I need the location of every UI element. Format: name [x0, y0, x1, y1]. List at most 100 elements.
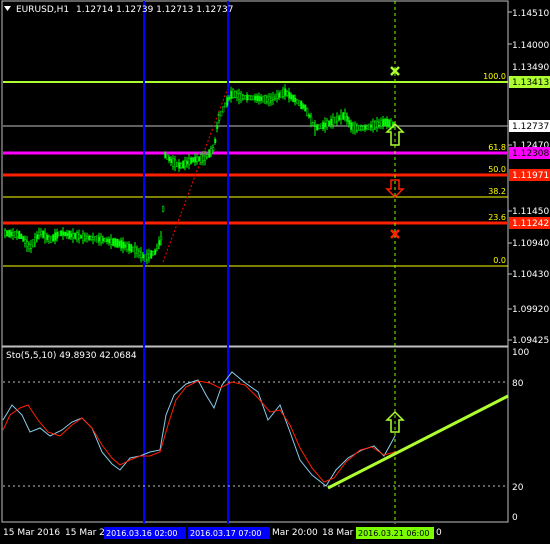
- candle-body: [86, 236, 89, 240]
- candle-body: [268, 96, 271, 104]
- candle-body: [232, 89, 235, 98]
- candle-body: [136, 249, 139, 254]
- candle-body: [366, 125, 369, 129]
- candle-body: [364, 126, 367, 130]
- stoch-main-line: [2, 380, 396, 483]
- fib-pct-label: 50.0: [488, 165, 506, 174]
- candle-body: [280, 90, 283, 98]
- candle-body: [142, 254, 145, 259]
- candle-body: [38, 231, 41, 236]
- candle-body: [304, 104, 307, 112]
- candle-body: [50, 235, 53, 243]
- candle-body: [230, 90, 233, 99]
- fib-pct-label: 100.0: [483, 72, 506, 81]
- candle-body: [10, 231, 13, 236]
- candle-body: [246, 94, 249, 101]
- fib-pct-label: 23.6: [488, 213, 506, 222]
- candle-body: [250, 96, 253, 100]
- candle-body: [228, 96, 231, 100]
- candle-body: [206, 154, 209, 158]
- candle-body: [66, 232, 69, 236]
- candle-body: [256, 95, 259, 102]
- candle-body: [374, 121, 377, 129]
- candle-body: [84, 235, 87, 239]
- candle-body: [272, 96, 275, 100]
- candle-body: [100, 236, 103, 243]
- candle-body: [320, 123, 323, 129]
- candle-body: [264, 95, 267, 104]
- candle-body: [242, 95, 245, 99]
- candle-body: [198, 156, 201, 162]
- fib-price-badge: 1.11971: [512, 171, 549, 181]
- candle-body: [64, 231, 67, 237]
- candle-body: [316, 124, 319, 131]
- candle-body: [52, 234, 55, 242]
- cursor-time-badge: 2016.03.21 06:00: [358, 529, 429, 538]
- candle-body: [26, 241, 29, 247]
- candle-body: [112, 238, 115, 247]
- candle-body: [152, 251, 155, 255]
- candle-body: [194, 156, 197, 163]
- candle-body: [188, 158, 191, 165]
- candle-body: [48, 236, 51, 242]
- candle-body: [158, 240, 161, 246]
- candle-body: [318, 124, 321, 129]
- candle-body: [346, 115, 349, 122]
- candle-body: [108, 238, 111, 244]
- candle-body: [90, 236, 93, 240]
- candle-body: [80, 235, 83, 239]
- candle-body: [132, 246, 135, 252]
- candle-body: [30, 244, 33, 249]
- fib-pct-label: 38.2: [488, 187, 506, 196]
- candle-body: [284, 88, 287, 96]
- candle-body: [262, 95, 265, 103]
- candle-body: [210, 148, 213, 155]
- candle-body: [18, 230, 21, 239]
- candle-body: [310, 116, 313, 124]
- candle-body: [22, 236, 25, 242]
- candle-body: [88, 235, 91, 241]
- candle-body: [252, 95, 255, 101]
- candle-body: [40, 231, 43, 235]
- fib-pct-label: 61.8: [488, 143, 506, 152]
- menu-arrow-icon[interactable]: [4, 6, 11, 11]
- candle-body: [382, 119, 385, 126]
- candle-body: [186, 160, 189, 165]
- indicator-tick: 20: [512, 483, 524, 493]
- candle-body: [214, 139, 217, 143]
- candle-body: [134, 246, 137, 254]
- candle-body: [322, 122, 325, 129]
- ohlc-values: 1.12714 1.12739 1.12713 1.12737: [76, 5, 233, 15]
- candle-body: [8, 229, 11, 238]
- candle-body: [144, 254, 147, 262]
- candle-body: [76, 232, 79, 241]
- candle-body: [106, 239, 109, 242]
- candle-body: [306, 108, 309, 116]
- candle-body: [220, 110, 223, 117]
- candle-body: [168, 157, 171, 161]
- candle-body: [278, 92, 281, 98]
- candle-body: [82, 233, 85, 241]
- candle-body: [380, 119, 383, 127]
- candle-body: [36, 234, 39, 240]
- candle-body: [340, 115, 343, 119]
- time-label: Mar 20:00: [272, 528, 318, 538]
- candle-body: [156, 246, 159, 249]
- trading-chart-window[interactable]: 1.14510 1.14000 1.13490 1.12470 1.11960 …: [0, 0, 550, 540]
- candle-body: [32, 239, 35, 248]
- candle-body: [300, 100, 303, 109]
- indicator-trendline[interactable]: [327, 394, 509, 490]
- candle-body: [234, 91, 237, 98]
- candle-body: [122, 242, 125, 249]
- candle-body: [146, 253, 149, 260]
- candle-body: [12, 232, 15, 236]
- candle-body: [34, 237, 37, 243]
- candle-body: [94, 235, 97, 242]
- candle-body: [332, 117, 335, 125]
- candle-body: [356, 125, 359, 131]
- candle-body: [114, 238, 117, 247]
- candle-body: [72, 233, 75, 238]
- fib-price-badge: 1.12308: [512, 149, 549, 159]
- price-tick: 1.13490: [512, 63, 549, 73]
- fib-pct-label: 0.0: [493, 256, 506, 265]
